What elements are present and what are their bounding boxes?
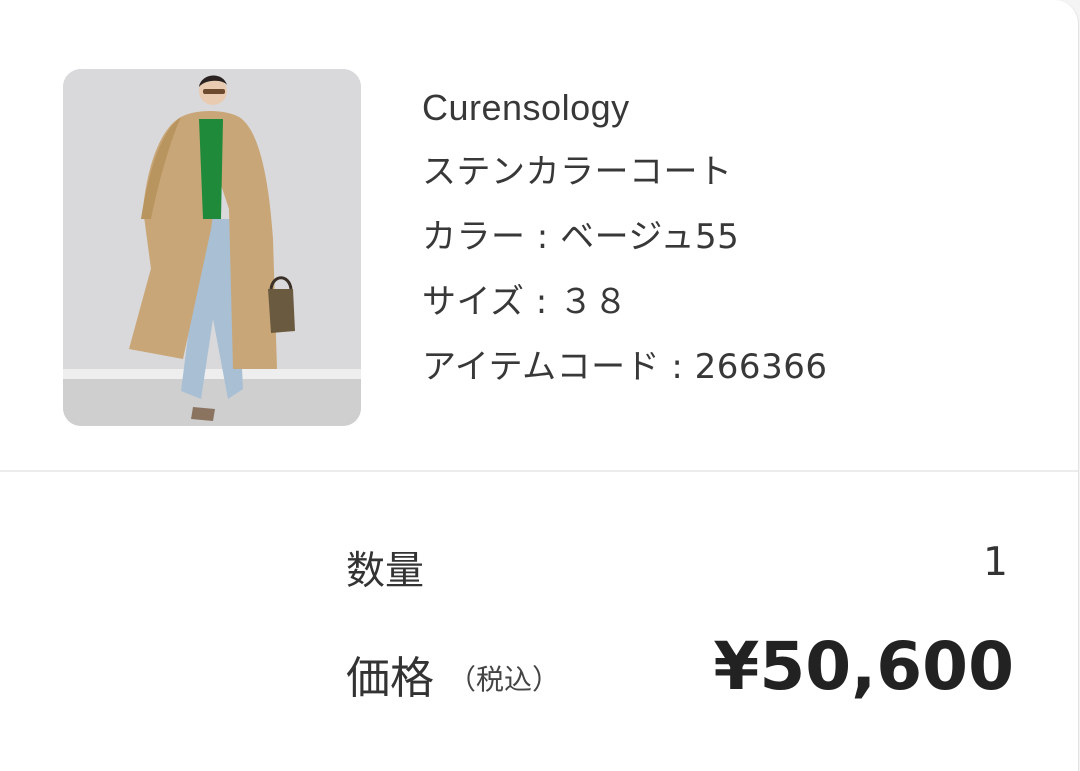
product-photo <box>63 69 361 426</box>
product-size: サイズ : ３８ <box>422 282 629 322</box>
product-color: カラー : ベージュ55 <box>422 217 740 257</box>
brand-name: Curensology <box>422 87 630 128</box>
price-value: ¥50,600 <box>713 628 1014 705</box>
product-name: ステンカラーコート <box>422 152 733 192</box>
item-code: アイテムコード : 266366 <box>422 347 828 387</box>
product-details: Curensology ステンカラーコート カラー : ベージュ55 サイズ :… <box>422 75 827 400</box>
product-image[interactable] <box>63 69 361 426</box>
order-item-card: Curensology ステンカラーコート カラー : ベージュ55 サイズ :… <box>0 0 1079 771</box>
quantity-value: 1 <box>983 540 1008 585</box>
quantity-label: 数量 <box>346 549 425 594</box>
tax-note: （税込） <box>448 663 561 696</box>
price-label: 価格 <box>346 653 434 704</box>
product-section: Curensology ステンカラーコート カラー : ベージュ55 サイズ :… <box>0 0 1078 470</box>
price-summary: 数量 1 価格 （税込） ¥50,600 <box>0 472 1078 771</box>
price-label-group: 価格 （税込） <box>346 642 560 706</box>
